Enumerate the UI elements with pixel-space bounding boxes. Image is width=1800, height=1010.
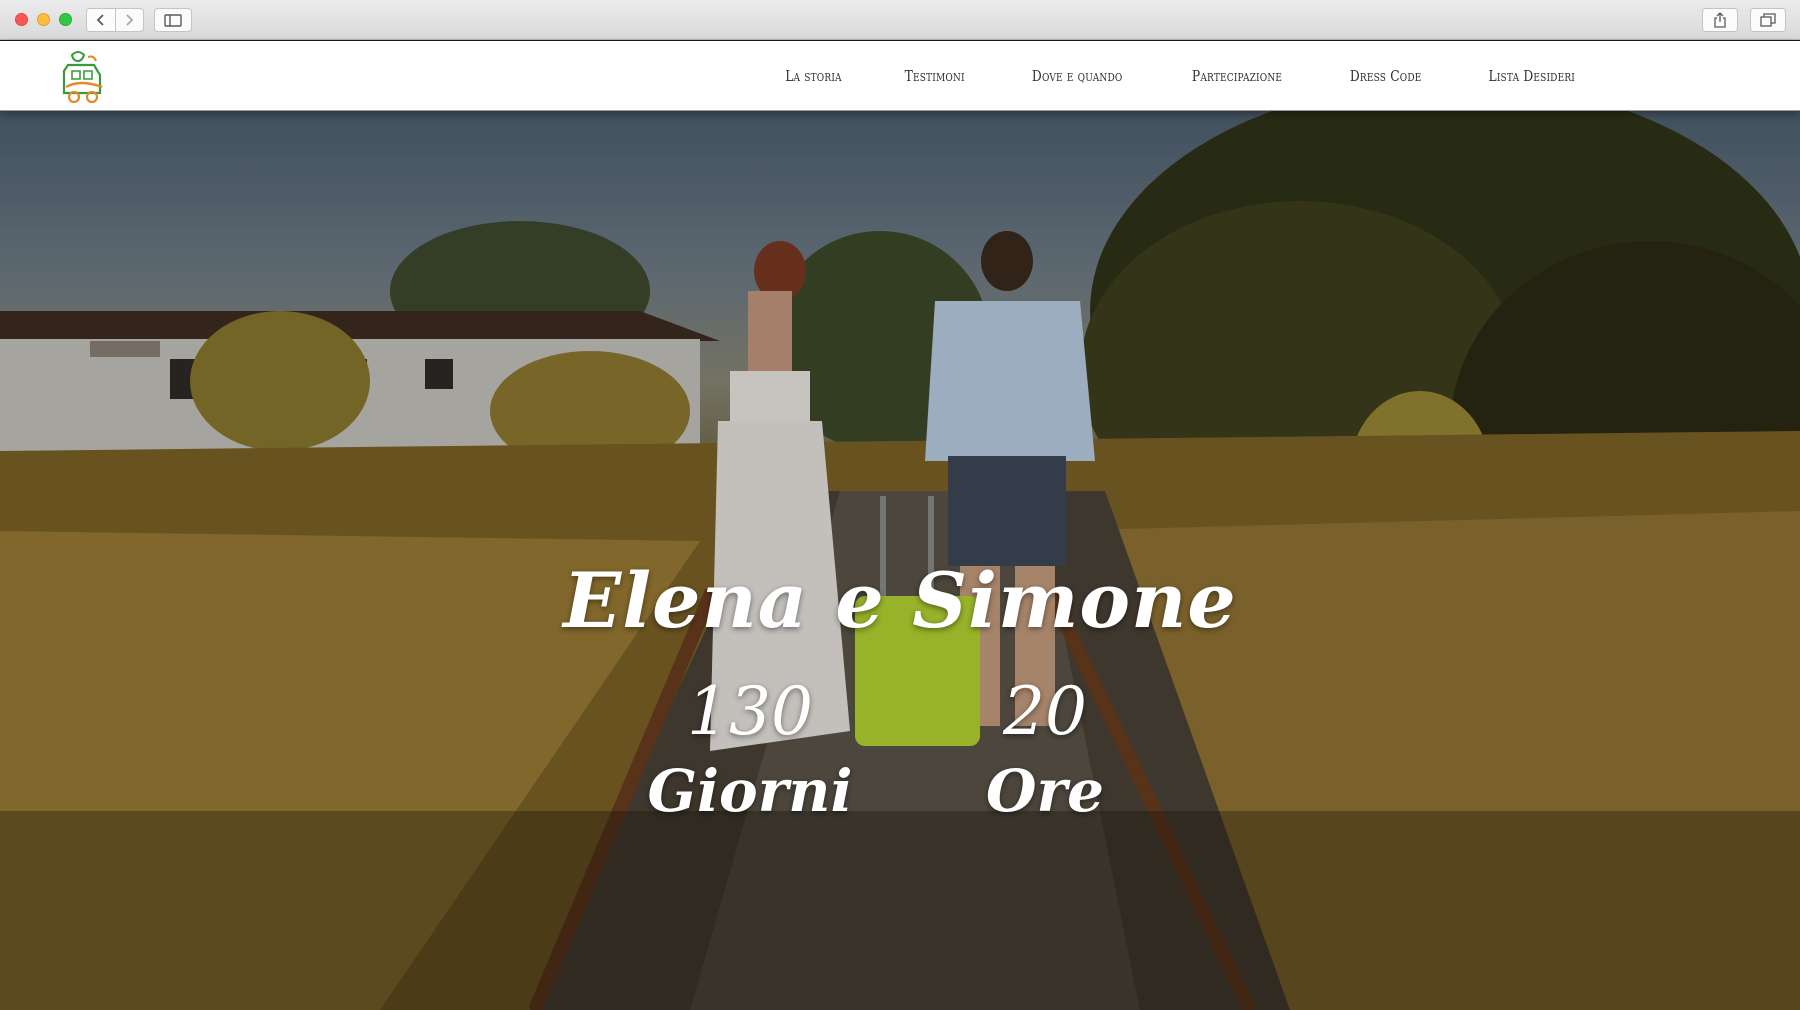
train-couple-logo-icon — [62, 51, 103, 104]
couple-names-title: Elena e Simone — [563, 556, 1237, 645]
chevron-left-icon — [96, 14, 104, 26]
forward-button[interactable] — [114, 9, 143, 31]
countdown-hours: 20 Ore — [950, 671, 1140, 829]
tabs-icon — [1760, 13, 1776, 27]
tab-overview-button[interactable] — [1750, 8, 1786, 32]
site-header: La storia Testimoni Dove e quando Partec… — [0, 41, 1800, 111]
hero-section: Elena e Simone 130 Giorni 20 Ore — [0, 111, 1800, 1010]
nav-link-partecipazione[interactable]: Partecipazione — [1192, 67, 1282, 85]
share-button[interactable] — [1702, 8, 1738, 32]
nav-link-dove-e-quando[interactable]: Dove e quando — [1032, 67, 1122, 85]
site-logo[interactable] — [58, 47, 110, 105]
countdown-days: 130 Giorni — [640, 671, 860, 829]
nav-link-dress-code[interactable]: Dress Code — [1350, 67, 1422, 85]
browser-toolbar — [0, 0, 1800, 40]
chevron-right-icon — [126, 14, 134, 26]
nav-link-la-storia[interactable]: La storia — [786, 67, 843, 85]
close-window-button[interactable] — [15, 13, 28, 26]
nav-link-testimoni[interactable]: Testimoni — [905, 67, 965, 85]
sidebar-icon — [164, 13, 182, 27]
countdown-hours-label: Ore — [986, 757, 1104, 825]
main-navigation: La storia Testimoni Dove e quando Partec… — [729, 41, 1585, 111]
countdown-days-value: 130 — [687, 673, 813, 750]
sidebar-toggle-button[interactable] — [154, 8, 192, 32]
back-button[interactable] — [87, 9, 115, 31]
zoom-window-button[interactable] — [59, 13, 72, 26]
countdown-days-label: Giorni — [647, 757, 853, 825]
nav-link-lista-desideri[interactable]: Lista Desideri — [1489, 67, 1576, 85]
history-nav — [86, 8, 144, 32]
share-icon — [1714, 12, 1726, 28]
minimize-window-button[interactable] — [37, 13, 50, 26]
countdown-hours-value: 20 — [1003, 673, 1087, 750]
